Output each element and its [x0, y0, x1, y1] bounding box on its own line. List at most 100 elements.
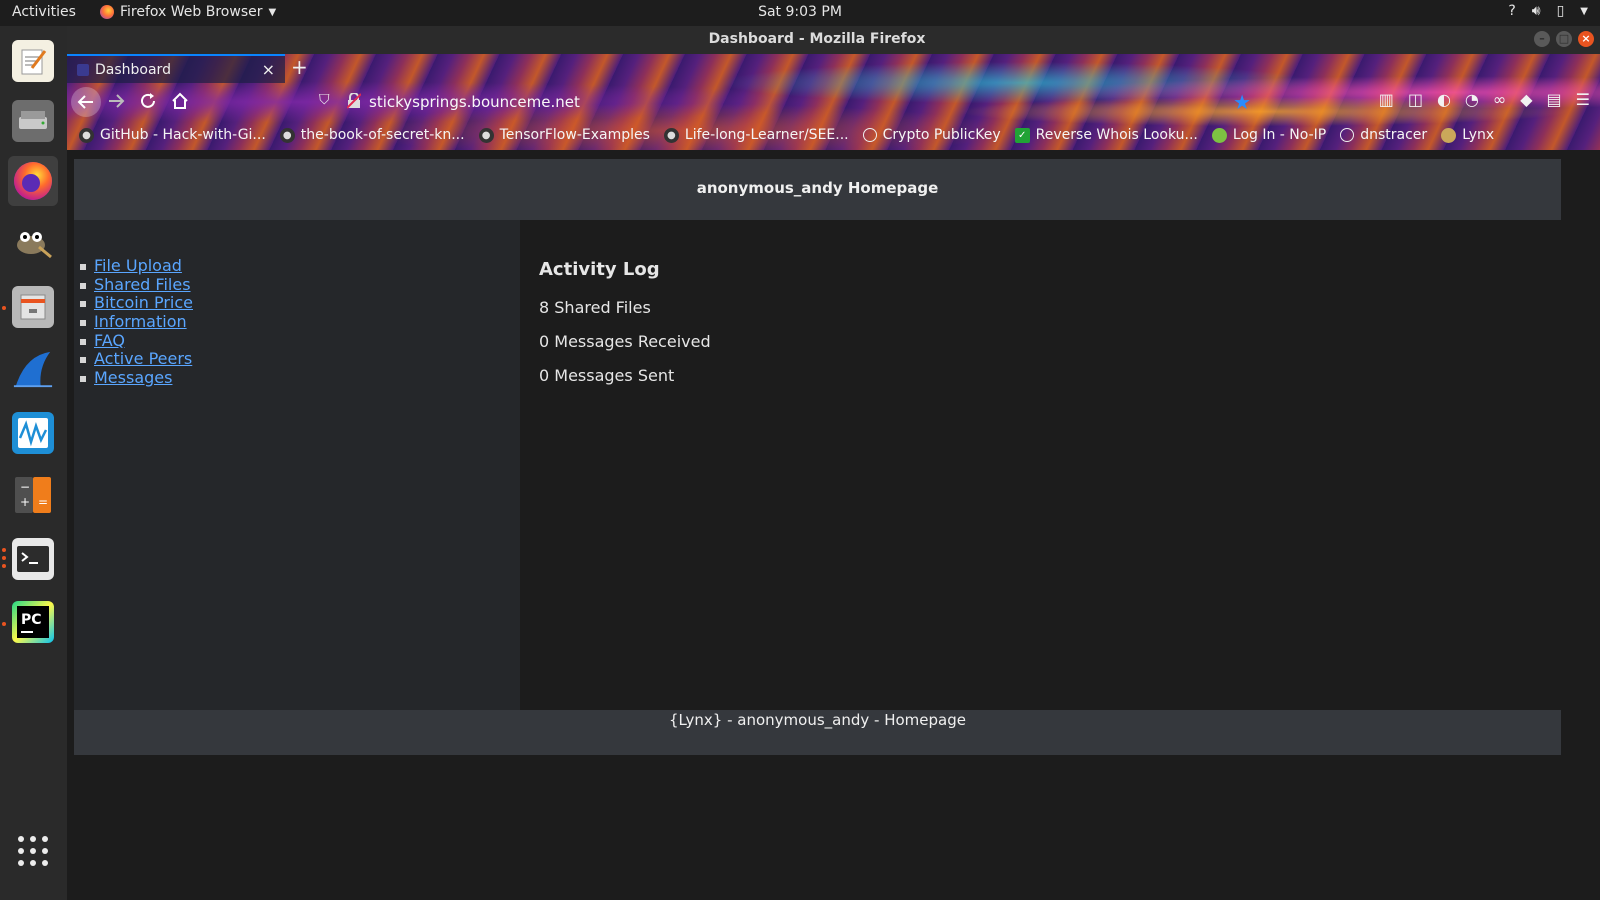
bookmark-item[interactable]: Crypto PublicKey: [862, 127, 1001, 143]
nav-link[interactable]: Messages: [94, 368, 172, 387]
nav-link[interactable]: Active Peers: [94, 349, 192, 369]
nav-link[interactable]: Bitcoin Price: [94, 293, 193, 313]
extension-icon[interactable]: ◔: [1465, 90, 1479, 109]
reload-icon: [141, 93, 155, 108]
firefox-icon: [12, 160, 54, 202]
reload-button[interactable]: [139, 92, 157, 116]
sidebar-item-bitcoin-price: Bitcoin Price: [80, 294, 193, 313]
activities-button[interactable]: Activities: [12, 4, 76, 20]
sidebar-item-messages: Messages: [80, 368, 193, 388]
running-indicator: [2, 622, 6, 626]
url-bar[interactable]: ⛉ stickysprings.bounceme.net ★: [307, 88, 1307, 116]
running-indicator: [2, 306, 6, 310]
tab-dashboard[interactable]: Dashboard ×: [67, 54, 285, 83]
bookmark-item[interactable]: Log In - No-IP: [1211, 127, 1326, 143]
bookmark-item[interactable]: ● the-book-of-secret-kn...: [279, 127, 465, 143]
extension-icon[interactable]: ▤: [1547, 90, 1562, 109]
url-text: stickysprings.bounceme.net: [369, 93, 580, 111]
bookmark-item[interactable]: ✓ Reverse Whois Looku...: [1014, 127, 1198, 143]
firefox-launcher[interactable]: [8, 156, 58, 206]
tab-title: Dashboard: [95, 61, 171, 78]
sidebar-item-active-peers: Active Peers: [80, 350, 193, 369]
sidebar-nav: File Upload Shared Files Bitcoin Price I…: [74, 220, 520, 710]
nav-link[interactable]: Information: [94, 312, 187, 331]
running-indicator: [2, 556, 6, 560]
new-tab-button[interactable]: +: [291, 55, 308, 79]
arrow-left-icon: [77, 95, 93, 109]
bookmark-star-icon[interactable]: ★: [1233, 90, 1251, 114]
gimp-icon: [12, 222, 54, 264]
window-titlebar[interactable]: Dashboard - Mozilla Firefox – □ ×: [67, 26, 1600, 54]
nav-link[interactable]: Shared Files: [94, 275, 191, 294]
sidebar-item-file-upload: File Upload: [80, 256, 193, 276]
text-editor-icon: [12, 40, 54, 82]
calculator-launcher[interactable]: − + =: [8, 470, 58, 520]
library-icon[interactable]: ▥: [1379, 90, 1394, 109]
browser-toolbar-area: Dashboard × + ⛉ stickysprings.bounceme.n…: [67, 54, 1600, 150]
terminal-launcher[interactable]: [8, 534, 58, 584]
insecure-lock-icon[interactable]: [347, 93, 361, 109]
system-tray[interactable]: ? 🔊︎ ▯ ▼: [1508, 3, 1588, 21]
help-icon[interactable]: ?: [1508, 3, 1515, 21]
forward-button[interactable]: [107, 92, 125, 116]
chevron-down-icon[interactable]: ▼: [1580, 3, 1588, 21]
shared-files-count: 8 Shared Files: [539, 298, 651, 317]
show-applications-button[interactable]: [8, 826, 58, 876]
svg-text:=: =: [38, 495, 48, 509]
gimp-launcher[interactable]: [8, 218, 58, 268]
bookmark-item[interactable]: ● Life-long-Learner/SEE...: [663, 127, 849, 143]
battery-icon[interactable]: ▯: [1557, 3, 1565, 21]
tracking-shield-icon[interactable]: ⛉: [319, 92, 330, 108]
disk-icon: [12, 100, 54, 142]
navigation-bar: ⛉ stickysprings.bounceme.net ★ ▥ ◫ ◐ ◔ ∞…: [67, 84, 1600, 120]
github-icon: ●: [663, 127, 679, 143]
extension-icon[interactable]: ◆: [1520, 90, 1532, 109]
running-indicator: [2, 548, 6, 552]
page-footer: {Lynx} - anonymous_andy - Homepage: [74, 710, 1561, 755]
github-icon: ●: [279, 127, 295, 143]
app-grid-icon: [18, 836, 48, 866]
back-button[interactable]: [71, 87, 101, 117]
github-icon: ●: [478, 127, 494, 143]
bookmark-item[interactable]: ● TensorFlow-Examples: [478, 127, 650, 143]
bookmark-item[interactable]: Lynx: [1441, 127, 1494, 143]
home-icon: [172, 92, 188, 109]
disk-utility-launcher[interactable]: [8, 96, 58, 146]
system-monitor-launcher[interactable]: [8, 408, 58, 458]
extension-icon[interactable]: ∞: [1493, 90, 1506, 109]
minimize-button[interactable]: –: [1534, 31, 1550, 47]
sidebar-icon[interactable]: ◫: [1408, 90, 1423, 109]
pycharm-launcher[interactable]: PC: [8, 597, 58, 647]
firefox-window: Dashboard - Mozilla Firefox – □ × Dashbo…: [67, 26, 1600, 900]
bookmark-item[interactable]: ● GitHub - Hack-with-Gi...: [79, 127, 266, 143]
messages-sent-count: 0 Messages Sent: [539, 366, 675, 385]
terminal-icon: [12, 538, 54, 580]
svg-text:PC: PC: [21, 612, 42, 628]
close-window-button[interactable]: ×: [1578, 31, 1594, 47]
text-editor-launcher[interactable]: [8, 36, 58, 86]
sidebar-item-information: Information: [80, 312, 193, 332]
nav-link[interactable]: File Upload: [94, 256, 182, 275]
app-menu[interactable]: Firefox Web Browser ▼: [100, 4, 276, 20]
clock[interactable]: Sat 9:03 PM: [758, 4, 842, 20]
main-panel: Activity Log 8 Shared Files 0 Messages R…: [520, 220, 1561, 710]
volume-icon[interactable]: 🔊︎: [1532, 3, 1541, 21]
dock: − + = PC: [0, 26, 68, 900]
system-top-bar: Activities Firefox Web Browser ▼ Sat 9:0…: [0, 0, 1600, 26]
wireshark-launcher[interactable]: [8, 344, 58, 394]
chevron-down-icon: ▼: [268, 6, 277, 18]
nav-link[interactable]: FAQ: [94, 331, 125, 350]
extension-icon[interactable]: ◐: [1437, 90, 1451, 109]
home-button[interactable]: [171, 92, 189, 116]
hamburger-menu-icon[interactable]: ☰: [1576, 90, 1590, 109]
sidebar-item-faq: FAQ: [80, 331, 193, 351]
lynx-icon: [1441, 127, 1457, 143]
check-icon: ✓: [1014, 127, 1030, 143]
files-launcher[interactable]: [8, 282, 58, 332]
bookmark-item[interactable]: dnstracer: [1340, 127, 1427, 143]
window-title: Dashboard - Mozilla Firefox: [708, 31, 926, 47]
app-menu-label: Firefox Web Browser: [120, 4, 263, 20]
calculator-icon: − + =: [12, 474, 54, 516]
maximize-button[interactable]: □: [1556, 31, 1572, 47]
close-tab-button[interactable]: ×: [262, 60, 275, 79]
